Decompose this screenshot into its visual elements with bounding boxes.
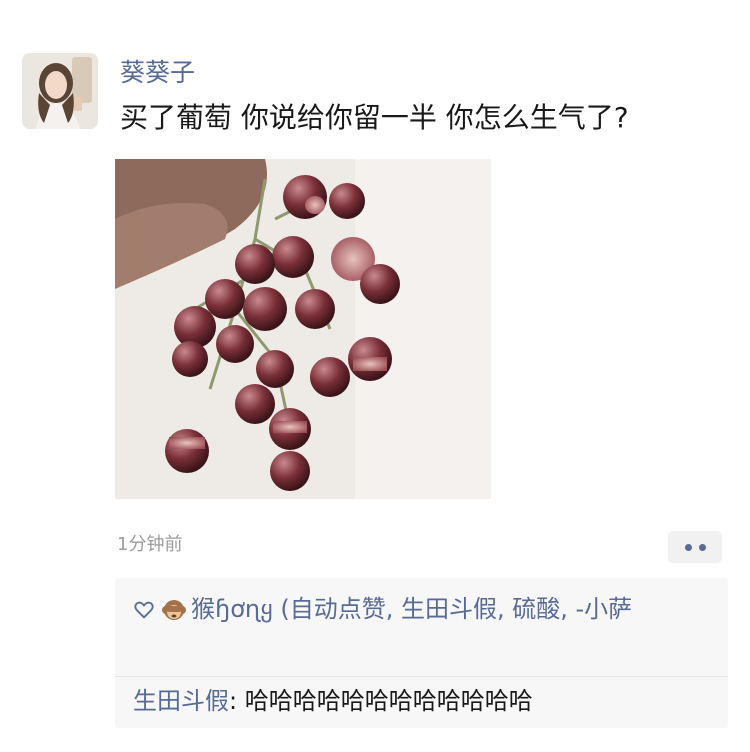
post-author-name[interactable]: 葵葵子: [120, 57, 195, 89]
post-timestamp: 1分钟前: [117, 534, 183, 555]
more-actions-button[interactable]: [668, 531, 722, 563]
monkey-emoji-icon: [162, 600, 186, 620]
comment-author[interactable]: 生田斗假: [133, 687, 229, 715]
divider: [115, 676, 728, 677]
dot-icon: [698, 543, 706, 551]
avatar[interactable]: [22, 53, 98, 129]
dot-icon: [684, 543, 692, 551]
likes-row[interactable]: 猴ɧơɳყ (自动点赞, 生田斗假, 硫酸, -小萨: [133, 590, 713, 628]
comment-item[interactable]: 生田斗假: 哈哈哈哈哈哈哈哈哈哈哈哈: [133, 682, 533, 720]
post-photo[interactable]: [115, 159, 491, 499]
likes-text[interactable]: 猴ɧơɳყ (自动点赞, 生田斗假, 硫酸, -小萨: [191, 595, 632, 623]
avatar-image: [22, 53, 98, 129]
interaction-panel: 猴ɧơɳყ (自动点赞, 生田斗假, 硫酸, -小萨 生田斗假: 哈哈哈哈哈哈哈…: [115, 578, 728, 728]
heart-icon: [134, 601, 154, 619]
post-text: 买了葡萄 你说给你留一半 你怎么生气了?: [120, 101, 629, 134]
comment-separator: :: [229, 687, 245, 715]
grapes-photo: [115, 159, 491, 499]
comment-text: 哈哈哈哈哈哈哈哈哈哈哈哈: [244, 687, 533, 715]
